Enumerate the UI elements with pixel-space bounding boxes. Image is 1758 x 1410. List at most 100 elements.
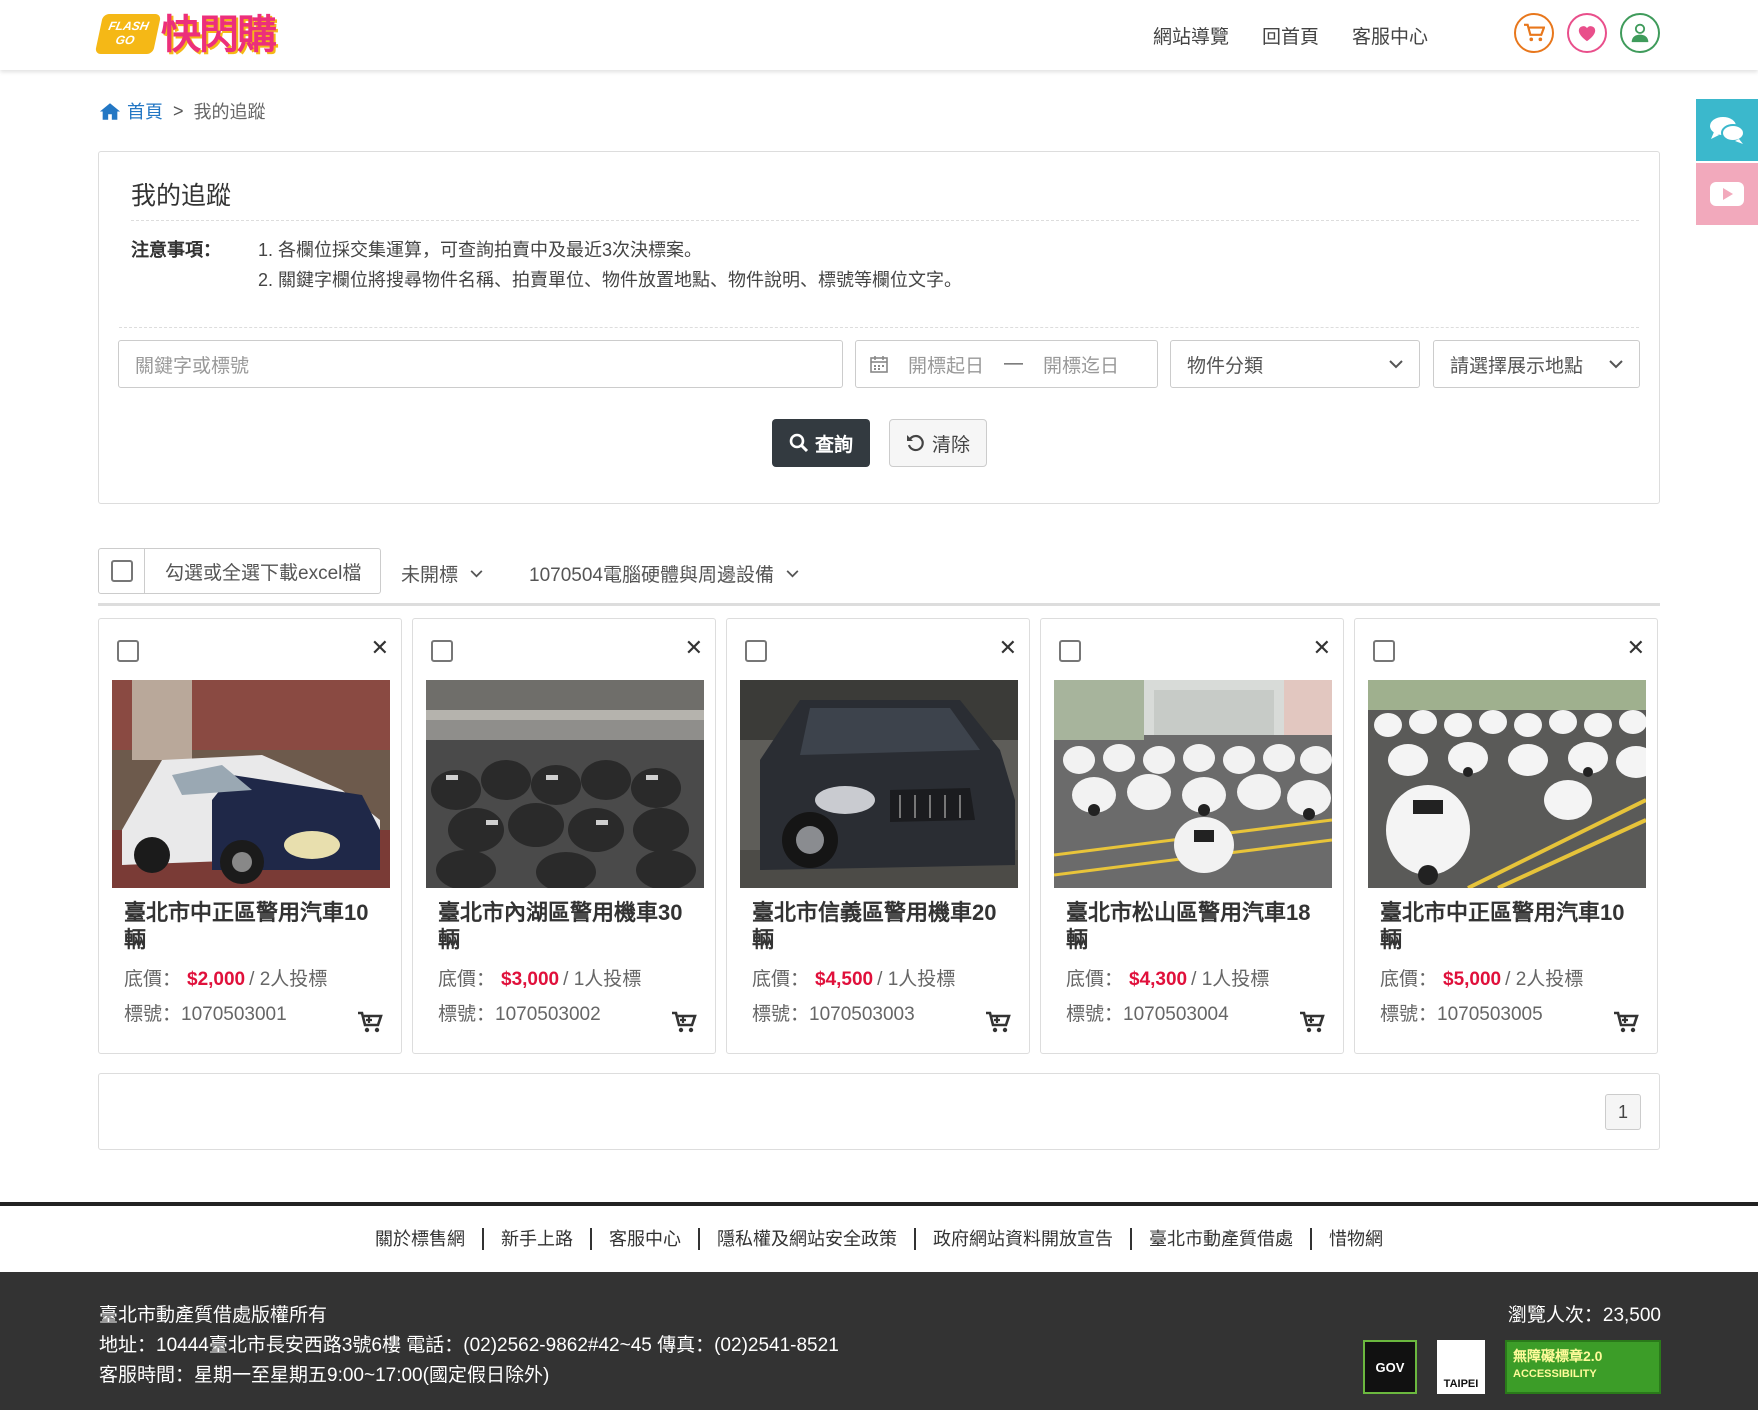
keyword-input[interactable]: 關鍵字或標號 bbox=[118, 340, 843, 388]
footer-badges: GOV TAIPEI 無障礙標章2.0 ACCESSIBILITY bbox=[1363, 1340, 1661, 1394]
item-number: 標號：1070503004 bbox=[1066, 1004, 1229, 1025]
footer-link[interactable]: 政府網站資料開放宣告 bbox=[914, 1228, 1130, 1250]
item-card[interactable]: ✕ 臺北市松山區警用汽車18輛 底價： $4,300/ 1人投標 標號：10705… bbox=[1040, 618, 1344, 1054]
breadcrumb-home[interactable]: 首頁 bbox=[99, 98, 163, 124]
flash-go-badge: FLASH GO bbox=[94, 14, 162, 54]
location-select[interactable]: 請選擇展示地點 bbox=[1433, 340, 1640, 388]
date-range-input[interactable]: 開標起日 — 開標迄日 bbox=[855, 340, 1158, 388]
youtube-button[interactable] bbox=[1696, 163, 1758, 225]
item-checkbox[interactable] bbox=[117, 640, 139, 662]
youtube-icon bbox=[1710, 182, 1744, 206]
item-checkbox[interactable] bbox=[431, 640, 453, 662]
chevron-down-icon bbox=[470, 569, 483, 577]
item-card[interactable]: ✕ 臺北市信義區警用機車20輛 底價： $4,500/ 1人投標 標號：10705… bbox=[726, 618, 1030, 1054]
item-photo[interactable] bbox=[426, 680, 704, 888]
item-price: 底價： $4,500/ 1人投標 bbox=[752, 969, 956, 990]
member-button[interactable] bbox=[1620, 13, 1660, 53]
add-to-cart-icon[interactable] bbox=[357, 1011, 383, 1033]
chat-icon bbox=[1710, 117, 1745, 144]
item-title[interactable]: 臺北市中正區警用汽車10輛 bbox=[1380, 899, 1640, 953]
breadcrumb: 首頁 > 我的追蹤 bbox=[99, 98, 266, 124]
search-icon bbox=[789, 433, 809, 453]
item-title[interactable]: 臺北市松山區警用汽車18輛 bbox=[1066, 899, 1326, 953]
footer-address: 地址：10444臺北市長安西路3號6樓 電話：(02)2562-9862#42~… bbox=[99, 1335, 839, 1356]
item-photo[interactable] bbox=[1368, 680, 1646, 888]
item-card[interactable]: ✕ 臺北市中正區警用汽車10輛 底價： $2,000/ 2人投標 標號：10705… bbox=[98, 618, 402, 1054]
item-number: 標號：1070503003 bbox=[752, 1004, 915, 1025]
item-photo[interactable] bbox=[1054, 680, 1332, 888]
cart-icon bbox=[1524, 23, 1545, 42]
item-checkbox[interactable] bbox=[745, 640, 767, 662]
top-nav: 網站導覽 回首頁 客服中心 bbox=[1153, 22, 1428, 49]
breadcrumb-current: 我的追蹤 bbox=[193, 102, 266, 122]
page-title: 我的追蹤 bbox=[131, 182, 232, 210]
footer-link[interactable]: 惜物網 bbox=[1310, 1228, 1400, 1250]
home-icon bbox=[99, 102, 121, 120]
nav-sitemap[interactable]: 網站導覽 bbox=[1153, 22, 1229, 49]
add-to-cart-icon[interactable] bbox=[985, 1011, 1011, 1033]
accessibility-badge[interactable]: 無障礙標章2.0 ACCESSIBILITY bbox=[1505, 1340, 1661, 1394]
site-logo[interactable]: FLASH GO 快閃購 bbox=[94, 10, 314, 60]
clear-button[interactable]: 清除 bbox=[889, 419, 987, 467]
footer-link[interactable]: 新手上路 bbox=[482, 1228, 590, 1250]
close-icon[interactable]: ✕ bbox=[371, 635, 389, 661]
footer-link[interactable]: 客服中心 bbox=[590, 1228, 698, 1250]
notice-item: 1. 各欄位採交集運算，可查詢拍賣中及最近3次決標案。 bbox=[258, 240, 703, 260]
item-photo[interactable] bbox=[740, 680, 1018, 888]
gov-badge[interactable]: GOV bbox=[1363, 1340, 1417, 1394]
chevron-down-icon bbox=[1389, 359, 1403, 368]
item-price: 底價： $4,300/ 1人投標 bbox=[1066, 969, 1270, 990]
notice-label: 注意事項： bbox=[131, 240, 221, 260]
select-all-checkbox[interactable] bbox=[111, 560, 133, 582]
close-icon[interactable]: ✕ bbox=[1313, 635, 1331, 661]
pagination-bar: 1 bbox=[98, 1073, 1660, 1150]
select-all-download[interactable]: 勾選或全選下載excel檔 bbox=[98, 548, 381, 594]
cart-button[interactable] bbox=[1514, 13, 1554, 53]
divider bbox=[131, 220, 1639, 221]
chat-button[interactable] bbox=[1696, 99, 1758, 161]
item-number: 標號：1070503002 bbox=[438, 1004, 601, 1025]
footer-hours: 客服時間：星期一至星期五9:00~17:00(國定假日除外) bbox=[99, 1365, 550, 1386]
footer-link[interactable]: 臺北市動產質借處 bbox=[1130, 1228, 1310, 1250]
tracked-items: ✕ 臺北市中正區警用汽車10輛 底價： $2,000/ 2人投標 標號：10705… bbox=[98, 618, 1660, 1054]
nav-home[interactable]: 回首頁 bbox=[1262, 22, 1319, 49]
footer-link[interactable]: 關於標售網 bbox=[358, 1228, 482, 1250]
footer-link[interactable]: 隱私權及網站安全政策 bbox=[698, 1228, 914, 1250]
divider bbox=[119, 327, 1639, 328]
item-title[interactable]: 臺北市中正區警用汽車10輛 bbox=[124, 899, 384, 953]
item-title[interactable]: 臺北市內湖區警用機車30輛 bbox=[438, 899, 698, 953]
nav-service[interactable]: 客服中心 bbox=[1352, 22, 1428, 49]
item-number: 標號：1070503005 bbox=[1380, 1004, 1543, 1025]
item-title[interactable]: 臺北市信義區警用機車20輛 bbox=[752, 899, 1012, 953]
close-icon[interactable]: ✕ bbox=[1627, 635, 1645, 661]
taipei-badge[interactable]: TAIPEI bbox=[1437, 1340, 1485, 1394]
footer-copyright: 臺北市動產質借處版權所有 bbox=[99, 1305, 328, 1326]
date-start: 開標起日 bbox=[908, 355, 985, 377]
notice-item: 2. 關鍵字欄位將搜尋物件名稱、拍賣單位、物件放置地點、物件說明、標號等欄位文字… bbox=[258, 270, 963, 290]
item-checkbox[interactable] bbox=[1059, 640, 1081, 662]
close-icon[interactable]: ✕ bbox=[999, 635, 1017, 661]
add-to-cart-icon[interactable] bbox=[1299, 1011, 1325, 1033]
close-icon[interactable]: ✕ bbox=[685, 635, 703, 661]
item-card[interactable]: ✕ 臺北市中正區警用汽車10輛 底價： $5,000/ 2人投標 標號：10705… bbox=[1354, 618, 1658, 1054]
page-button[interactable]: 1 bbox=[1605, 1094, 1641, 1130]
visit-counter: 瀏覽人次：23,500 bbox=[1507, 1305, 1661, 1326]
category-select[interactable]: 物件分類 bbox=[1170, 340, 1420, 388]
search-button[interactable]: 查詢 bbox=[772, 419, 870, 467]
favorites-button[interactable] bbox=[1567, 13, 1607, 53]
calendar-icon bbox=[870, 356, 888, 373]
date-dash: — bbox=[1004, 353, 1024, 374]
list-toolbar: 勾選或全選下載excel檔 未開標 1070504電腦硬體與周邊設備 bbox=[98, 548, 1660, 606]
batch-dropdown[interactable]: 1070504電腦硬體與周邊設備 bbox=[529, 560, 799, 587]
add-to-cart-icon[interactable] bbox=[671, 1011, 697, 1033]
item-checkbox[interactable] bbox=[1373, 640, 1395, 662]
item-photo[interactable] bbox=[112, 680, 390, 888]
status-dropdown[interactable]: 未開標 bbox=[401, 560, 483, 587]
breadcrumb-separator: > bbox=[173, 100, 184, 121]
item-card[interactable]: ✕ 臺北市內湖區警用機車30輛 底價： $3,000/ 1人投標 標號：10705… bbox=[412, 618, 716, 1054]
item-price: 底價： $5,000/ 2人投標 bbox=[1380, 969, 1584, 990]
item-number: 標號：1070503001 bbox=[124, 1004, 287, 1025]
add-to-cart-icon[interactable] bbox=[1613, 1011, 1639, 1033]
date-end: 開標迄日 bbox=[1043, 355, 1120, 377]
search-panel: 我的追蹤 注意事項： 1. 各欄位採交集運算，可查詢拍賣中及最近3次決標案。 2… bbox=[98, 151, 1660, 504]
